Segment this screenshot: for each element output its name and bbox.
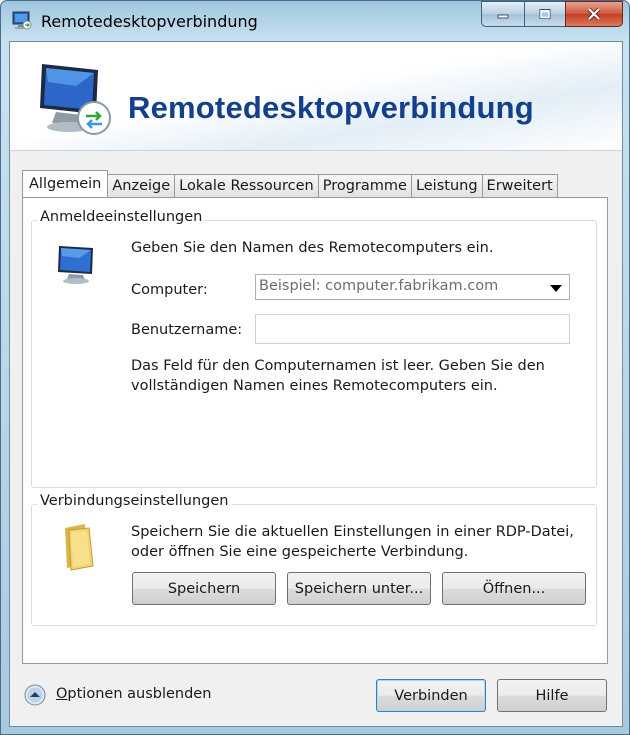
connection-settings-label: Verbindungseinstellungen: [37, 493, 232, 509]
logon-settings-group: [31, 220, 597, 488]
banner: Remotedesktopverbindung: [10, 42, 622, 151]
options-access-key: O: [56, 686, 68, 702]
computer-warning-line1: Das Feld für den Computernamen ist leer.…: [131, 358, 545, 374]
computer-label: Computer:: [131, 282, 208, 298]
minimize-icon: [497, 14, 509, 19]
save-button[interactable]: Speichern: [132, 572, 276, 605]
tab-programme[interactable]: Programme: [317, 174, 412, 197]
monitor-icon: [58, 246, 93, 284]
logon-settings-label: Anmeldeeinstellungen: [37, 209, 206, 225]
chevron-down-icon[interactable]: [550, 285, 562, 292]
tab-anzeige[interactable]: Anzeige: [107, 174, 176, 197]
caption-buttons: [481, 1, 623, 27]
folder-icon: [65, 524, 94, 571]
save-as-button[interactable]: Speichern unter...: [287, 572, 431, 605]
tab-panel-allgemein: Anmeldeeinstellungen Geben Sie den Namen…: [22, 197, 608, 664]
tab-erweitert[interactable]: Erweitert: [481, 174, 558, 197]
maximize-button[interactable]: [524, 1, 565, 27]
tab-strip: Allgemein Anzeige Lokale Ressourcen Prog…: [22, 170, 558, 197]
tab-lokale-ressourcen[interactable]: Lokale Ressourcen: [174, 174, 319, 197]
connect-button[interactable]: Verbinden: [376, 679, 486, 712]
close-button[interactable]: [565, 1, 623, 27]
dialog-body: Remotedesktopverbindung Allgemein Anzeig…: [9, 41, 623, 727]
close-icon: [587, 7, 601, 21]
options-toggle[interactable]: Optionen ausblenden: [56, 686, 211, 702]
options-label: ptionen ausblenden: [67, 686, 212, 702]
computer-combobox[interactable]: Beispiel: computer.fabrikam.com: [255, 274, 570, 300]
tab-allgemein[interactable]: Allgemein: [22, 170, 109, 197]
maximize-icon: [539, 9, 551, 19]
connection-desc-line2: oder öffnen Sie eine gespeicherte Verbin…: [131, 544, 469, 560]
window-title: Remotedesktopverbindung: [41, 12, 258, 31]
connection-desc-line1: Speichern Sie die aktuellen Einstellunge…: [131, 524, 574, 540]
username-field[interactable]: [255, 314, 570, 344]
help-button[interactable]: Hilfe: [497, 679, 607, 712]
username-label: Benutzername:: [131, 322, 243, 338]
computer-warning-line2: vollständigen Namen eines Remotecomputer…: [131, 378, 498, 394]
banner-title: Remotedesktopverbindung: [128, 90, 534, 125]
rdp-window: Remotedesktopverbindung Remotedesktopver…: [0, 0, 630, 735]
minimize-button[interactable]: [481, 1, 524, 27]
computer-placeholder: Beispiel: computer.fabrikam.com: [259, 278, 499, 294]
rdp-app-icon: [12, 11, 32, 30]
open-button[interactable]: Öffnen...: [442, 572, 586, 605]
logon-instruction: Geben Sie den Namen des Remotecomputers …: [131, 240, 494, 256]
title-bar[interactable]: Remotedesktopverbindung: [1, 1, 629, 41]
tab-leistung[interactable]: Leistung: [410, 174, 483, 197]
chevron-up-icon[interactable]: [24, 684, 46, 706]
rdp-logo-icon: [40, 64, 111, 135]
